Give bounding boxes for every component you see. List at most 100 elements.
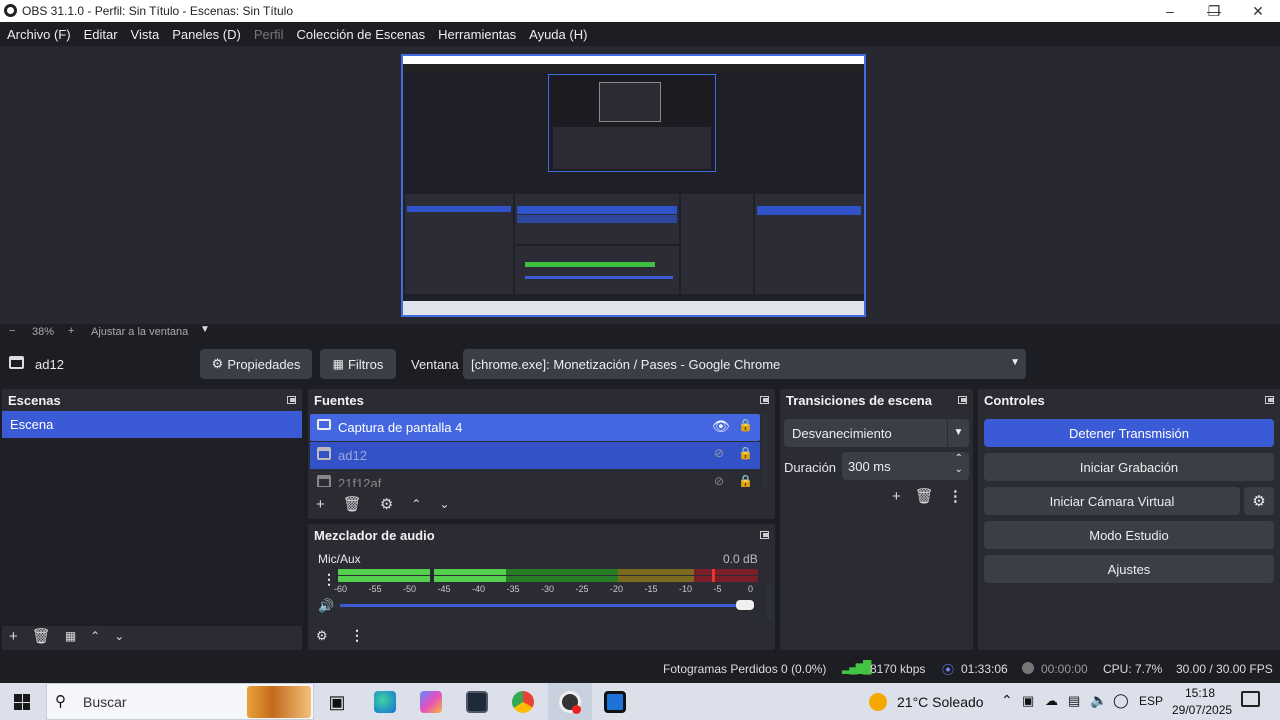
- duration-spinbox[interactable]: 300 ms ⌃ ⌄: [842, 452, 969, 480]
- menu-herramientas[interactable]: Herramientas: [438, 27, 516, 42]
- eye-hidden-icon[interactable]: ⊘: [714, 446, 724, 460]
- volume-slider-handle[interactable]: [736, 600, 754, 610]
- app-icon[interactable]: [466, 691, 488, 713]
- zoom-dropdown-icon[interactable]: ▼: [200, 324, 210, 335]
- stop-streaming-button[interactable]: Detener Transmisión: [984, 419, 1274, 447]
- language-indicator[interactable]: ESP: [1139, 694, 1163, 708]
- taskbar-search[interactable]: ⚲ Buscar: [46, 683, 314, 720]
- tray-chevron-up-icon[interactable]: ⌃: [1001, 692, 1013, 709]
- copilot-icon[interactable]: [420, 691, 442, 713]
- scenes-toolbar: + 🗑 ▦ ⌃ ⌄: [9, 627, 124, 646]
- undock-icon[interactable]: [760, 531, 769, 539]
- spin-up-icon[interactable]: ⌃: [955, 453, 963, 464]
- undock-icon[interactable]: [287, 396, 296, 404]
- scenes-list[interactable]: Escena: [2, 411, 302, 626]
- lock-icon[interactable]: 🔒: [738, 418, 753, 432]
- source-item[interactable]: ad12 ⊘ 🔒: [310, 442, 760, 469]
- kebab-menu-icon[interactable]: ⋮: [948, 487, 963, 505]
- shield-app-icon[interactable]: [604, 691, 626, 713]
- volume-slider[interactable]: [340, 604, 754, 607]
- gear-icon: ⚙: [211, 356, 224, 371]
- nested-transitions-panel: [681, 194, 753, 294]
- zoom-out-button[interactable]: −: [9, 325, 15, 337]
- eye-hidden-icon[interactable]: ⊘: [714, 474, 724, 487]
- meter-segment: [434, 569, 506, 575]
- meter-tick-label: -40: [472, 584, 486, 594]
- sources-scrollbar[interactable]: [762, 414, 768, 487]
- lock-icon[interactable]: 🔒: [738, 474, 753, 487]
- trash-icon[interactable]: 🗑: [343, 495, 362, 513]
- menu-coleccion-escenas[interactable]: Colección de Escenas: [296, 27, 425, 42]
- transition-select[interactable]: Desvanecimiento ▼: [784, 419, 969, 447]
- record-icon: [1022, 662, 1034, 674]
- clock-time[interactable]: 15:18: [1185, 686, 1215, 700]
- tray-network-icon[interactable]: ▤: [1068, 693, 1080, 709]
- tray-camera-icon[interactable]: ▣: [1022, 693, 1034, 709]
- nested-scene-selected: [407, 206, 511, 212]
- obs-taskbar-active[interactable]: [548, 683, 592, 720]
- trash-icon[interactable]: 🗑: [32, 627, 51, 645]
- undock-icon[interactable]: [958, 396, 967, 404]
- lock-icon[interactable]: 🔒: [738, 446, 753, 460]
- spin-down-icon[interactable]: ⌄: [955, 464, 963, 475]
- weather-text[interactable]: 21°C Soleado: [897, 694, 984, 710]
- menu-editar[interactable]: Editar: [84, 27, 118, 42]
- tray-volume-icon[interactable]: 🔈: [1090, 692, 1107, 709]
- add-transition-icon[interactable]: +: [892, 488, 901, 505]
- clock-date[interactable]: 29/07/2025: [1172, 703, 1232, 717]
- preview-canvas[interactable]: [401, 54, 866, 317]
- edge-icon[interactable]: [374, 691, 396, 713]
- tray-cloud-icon[interactable]: ☁: [1045, 693, 1058, 709]
- gear-icon[interactable]: ⚙: [380, 495, 393, 513]
- properties-button[interactable]: ⚙ Propiedades: [200, 349, 312, 379]
- nested-taskbar: [403, 301, 864, 315]
- task-view-icon[interactable]: ▣: [326, 691, 348, 713]
- nested-scenes-panel: [405, 194, 513, 294]
- source-item[interactable]: Captura de pantalla 4 👁 🔒: [310, 414, 760, 441]
- controls-title-text: Controles: [984, 392, 1045, 408]
- add-scene-icon[interactable]: +: [9, 628, 18, 645]
- scene-filters-icon[interactable]: ▦: [65, 629, 76, 643]
- scene-item[interactable]: Escena: [2, 411, 302, 438]
- move-down-icon[interactable]: ⌄: [439, 497, 449, 511]
- move-down-icon[interactable]: ⌄: [114, 629, 124, 643]
- minimize-window-button[interactable]: –: [1148, 0, 1192, 22]
- windows-start-icon[interactable]: [14, 694, 30, 710]
- trash-icon[interactable]: 🗑: [915, 487, 934, 505]
- menu-perfil[interactable]: Perfil: [254, 27, 284, 42]
- kebab-menu-icon[interactable]: ⋮: [350, 627, 364, 644]
- studio-mode-button[interactable]: Modo Estudio: [984, 521, 1274, 549]
- source-item[interactable]: 21f12af ⊘ 🔒: [310, 470, 760, 487]
- fit-to-window-button[interactable]: Ajustar a la ventana: [91, 326, 188, 338]
- transitions-title-text: Transiciones de escena: [786, 392, 932, 408]
- start-virtual-camera-button[interactable]: Iniciar Cámara Virtual: [984, 487, 1240, 515]
- undock-icon[interactable]: [760, 396, 769, 404]
- menu-archivo[interactable]: Archivo (F): [7, 27, 71, 42]
- sources-list[interactable]: Captura de pantalla 4 👁 🔒 ad12 ⊘ 🔒 21f12…: [310, 414, 762, 487]
- undock-icon[interactable]: [1265, 396, 1274, 404]
- notifications-icon[interactable]: [1241, 691, 1260, 707]
- gears-icon[interactable]: ⚙: [316, 628, 328, 644]
- eye-icon[interactable]: 👁: [712, 418, 730, 435]
- zoom-in-button[interactable]: +: [68, 325, 74, 337]
- virtual-camera-settings-button[interactable]: ⚙: [1244, 487, 1274, 515]
- speaker-icon[interactable]: 🔊: [318, 598, 334, 614]
- settings-button[interactable]: Ajustes: [984, 555, 1274, 583]
- filters-button[interactable]: ▦ Filtros: [320, 349, 396, 379]
- add-source-icon[interactable]: +: [316, 496, 325, 513]
- restore-window-button[interactable]: ❐: [1192, 0, 1236, 22]
- mixer-scrollbar[interactable]: [766, 584, 772, 620]
- tray-location-icon[interactable]: ◯: [1113, 692, 1129, 709]
- source-toolbar: ad12 ⚙ Propiedades ▦ Filtros Ventana [chro…: [0, 345, 1280, 383]
- move-up-icon[interactable]: ⌃: [411, 497, 421, 511]
- menu-ayuda[interactable]: Ayuda (H): [529, 27, 587, 42]
- menu-vista[interactable]: Vista: [131, 27, 160, 42]
- meter-tick-label: -20: [610, 584, 624, 594]
- close-window-button[interactable]: ✕: [1236, 0, 1280, 22]
- nested-sources-panel: [515, 194, 679, 244]
- menu-paneles[interactable]: Paneles (D): [172, 27, 241, 42]
- window-select[interactable]: [chrome.exe]: Monetización / Pases - Goo…: [463, 349, 1026, 379]
- chrome-icon[interactable]: [512, 691, 534, 713]
- start-recording-button[interactable]: Iniciar Grabación: [984, 453, 1274, 481]
- move-up-icon[interactable]: ⌃: [90, 629, 100, 643]
